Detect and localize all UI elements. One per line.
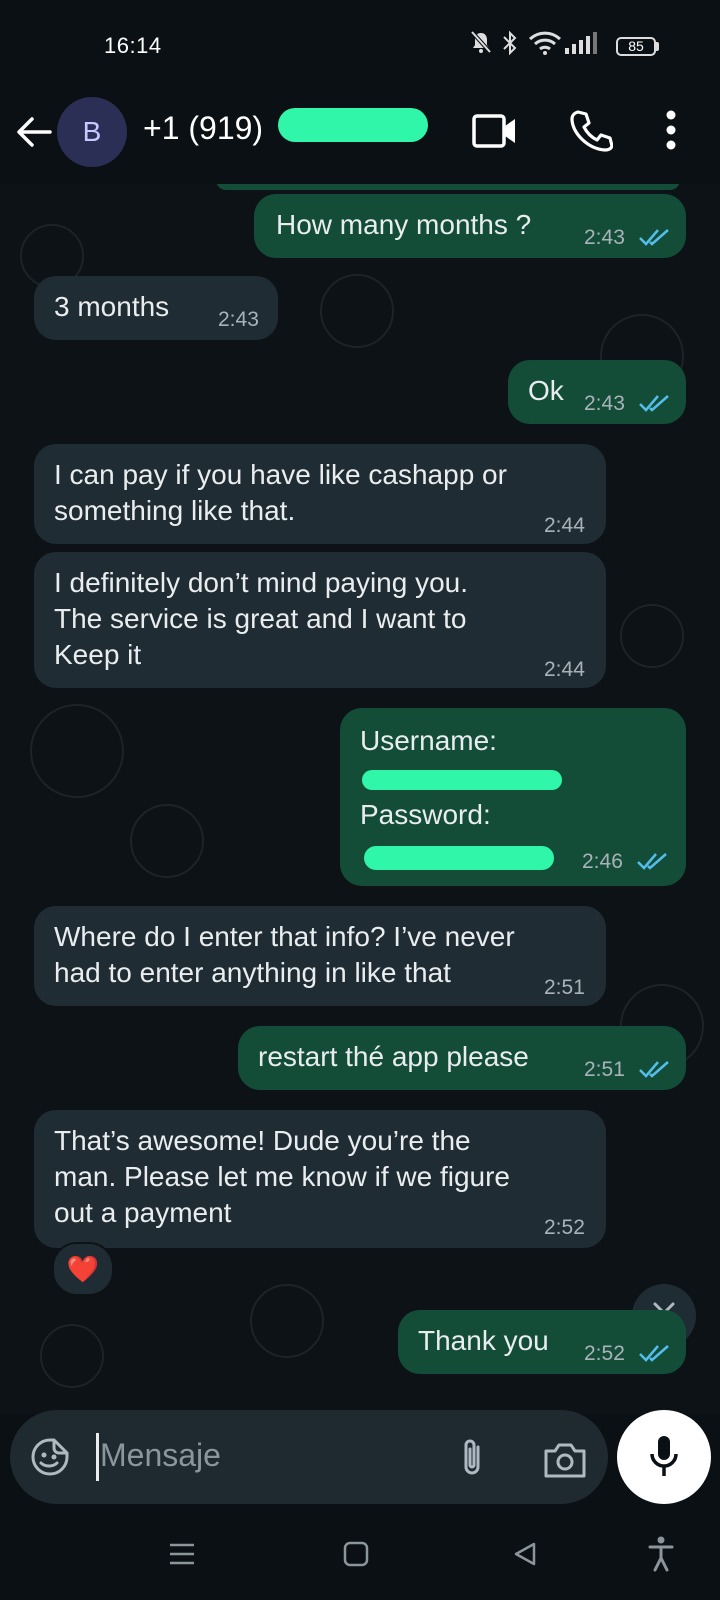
message-time: 2:51 (584, 1058, 625, 1081)
message-bubble-outgoing[interactable]: Username: Password: 2:46 (340, 708, 686, 886)
message-time: 2:44 (544, 514, 585, 537)
message-text: Password: (360, 799, 491, 830)
message-text: 3 months (54, 291, 170, 322)
message-time: 2:43 (584, 226, 625, 249)
message-time: 2:51 (544, 976, 585, 999)
back-arrow-icon[interactable] (14, 112, 54, 152)
message-bubble-outgoing[interactable]: How many months ? 2:43 (254, 194, 686, 258)
sticker-icon[interactable] (30, 1437, 70, 1477)
signal-icon (565, 32, 597, 54)
message-time: 2:46 (582, 850, 623, 873)
home-square-icon[interactable] (342, 1540, 370, 1568)
message-bubble-outgoing[interactable]: Ok 2:43 (508, 360, 686, 424)
message-text: I can pay if you have like cashapp or (54, 459, 507, 490)
wifi-icon (528, 31, 562, 55)
message-text: Where do I enter that info? I’ve never (54, 921, 515, 952)
text-caret (96, 1433, 99, 1481)
redaction-mark (364, 846, 554, 870)
read-ticks-icon (639, 395, 669, 412)
message-text: Ok (528, 375, 564, 406)
bluetooth-icon (503, 30, 517, 56)
wallpaper-doodle (30, 704, 124, 798)
message-text: man. Please let me know if we figure (54, 1161, 510, 1192)
status-time: 16:14 (104, 33, 162, 58)
message-bubble-incoming[interactable]: I definitely don’t mind paying you. The … (34, 552, 606, 688)
wallpaper-doodle (130, 804, 204, 878)
message-bubble-partial (216, 184, 680, 190)
redaction-mark (362, 770, 562, 790)
phone-icon[interactable] (569, 108, 613, 152)
message-text: out a payment (54, 1197, 232, 1228)
message-time: 2:44 (544, 658, 585, 681)
message-text: Keep it (54, 639, 142, 670)
mic-icon (650, 1436, 678, 1476)
message-time: 2:43 (218, 308, 259, 331)
camera-icon[interactable] (542, 1440, 588, 1480)
battery-tip (656, 42, 659, 51)
message-text: How many months ? (276, 209, 532, 240)
message-text: Thank you (418, 1325, 549, 1356)
bell-off-icon (470, 30, 492, 54)
message-text: The service is great and I want to (54, 603, 467, 634)
message-text: restart thé app please (258, 1041, 529, 1072)
heart-reaction[interactable]: ❤️ (52, 1242, 114, 1296)
message-text: Username: (360, 725, 497, 756)
contact-name[interactable]: +1 (919) (143, 110, 263, 147)
battery-icon: 85 (616, 37, 656, 56)
redaction-mark (278, 108, 428, 142)
wallpaper-doodle (320, 274, 394, 348)
message-time: 2:52 (584, 1342, 625, 1365)
message-bubble-outgoing[interactable]: restart thé app please 2:51 (238, 1026, 686, 1090)
back-triangle-icon[interactable] (512, 1540, 538, 1568)
attach-icon[interactable] (456, 1435, 488, 1481)
menu-lines-icon[interactable] (168, 1542, 196, 1566)
voice-message-button[interactable] (617, 1410, 711, 1504)
message-bubble-outgoing[interactable]: Thank you 2:52 (398, 1310, 686, 1374)
read-ticks-icon (637, 853, 667, 870)
message-text: I definitely don’t mind paying you. (54, 567, 469, 598)
message-bubble-incoming[interactable]: I can pay if you have like cashapp or so… (34, 444, 606, 544)
wallpaper-doodle (250, 1284, 324, 1358)
message-text: had to enter anything in like that (54, 957, 451, 988)
message-bubble-incoming[interactable]: Where do I enter that info? I’ve never h… (34, 906, 606, 1006)
message-input[interactable]: Mensaje (100, 1437, 221, 1474)
accessibility-icon[interactable] (648, 1536, 674, 1572)
message-time: 2:52 (544, 1216, 585, 1239)
read-ticks-icon (639, 1061, 669, 1078)
read-ticks-icon (639, 1345, 669, 1362)
more-vert-icon[interactable] (665, 110, 677, 150)
message-text: That’s awesome! Dude you’re the (54, 1125, 471, 1156)
wallpaper-doodle (620, 604, 684, 668)
video-call-icon[interactable] (472, 112, 518, 150)
message-bubble-incoming[interactable]: 3 months 2:43 (34, 276, 278, 340)
message-bubble-incoming[interactable]: That’s awesome! Dude you’re the man. Ple… (34, 1110, 606, 1248)
wallpaper-doodle (40, 1324, 104, 1388)
message-text: something like that. (54, 495, 296, 526)
chat-area[interactable]: How many months ? 2:43 3 months 2:43 Ok … (0, 184, 720, 1414)
avatar[interactable]: B (57, 97, 127, 167)
read-ticks-icon (639, 229, 669, 246)
message-time: 2:43 (584, 392, 625, 415)
